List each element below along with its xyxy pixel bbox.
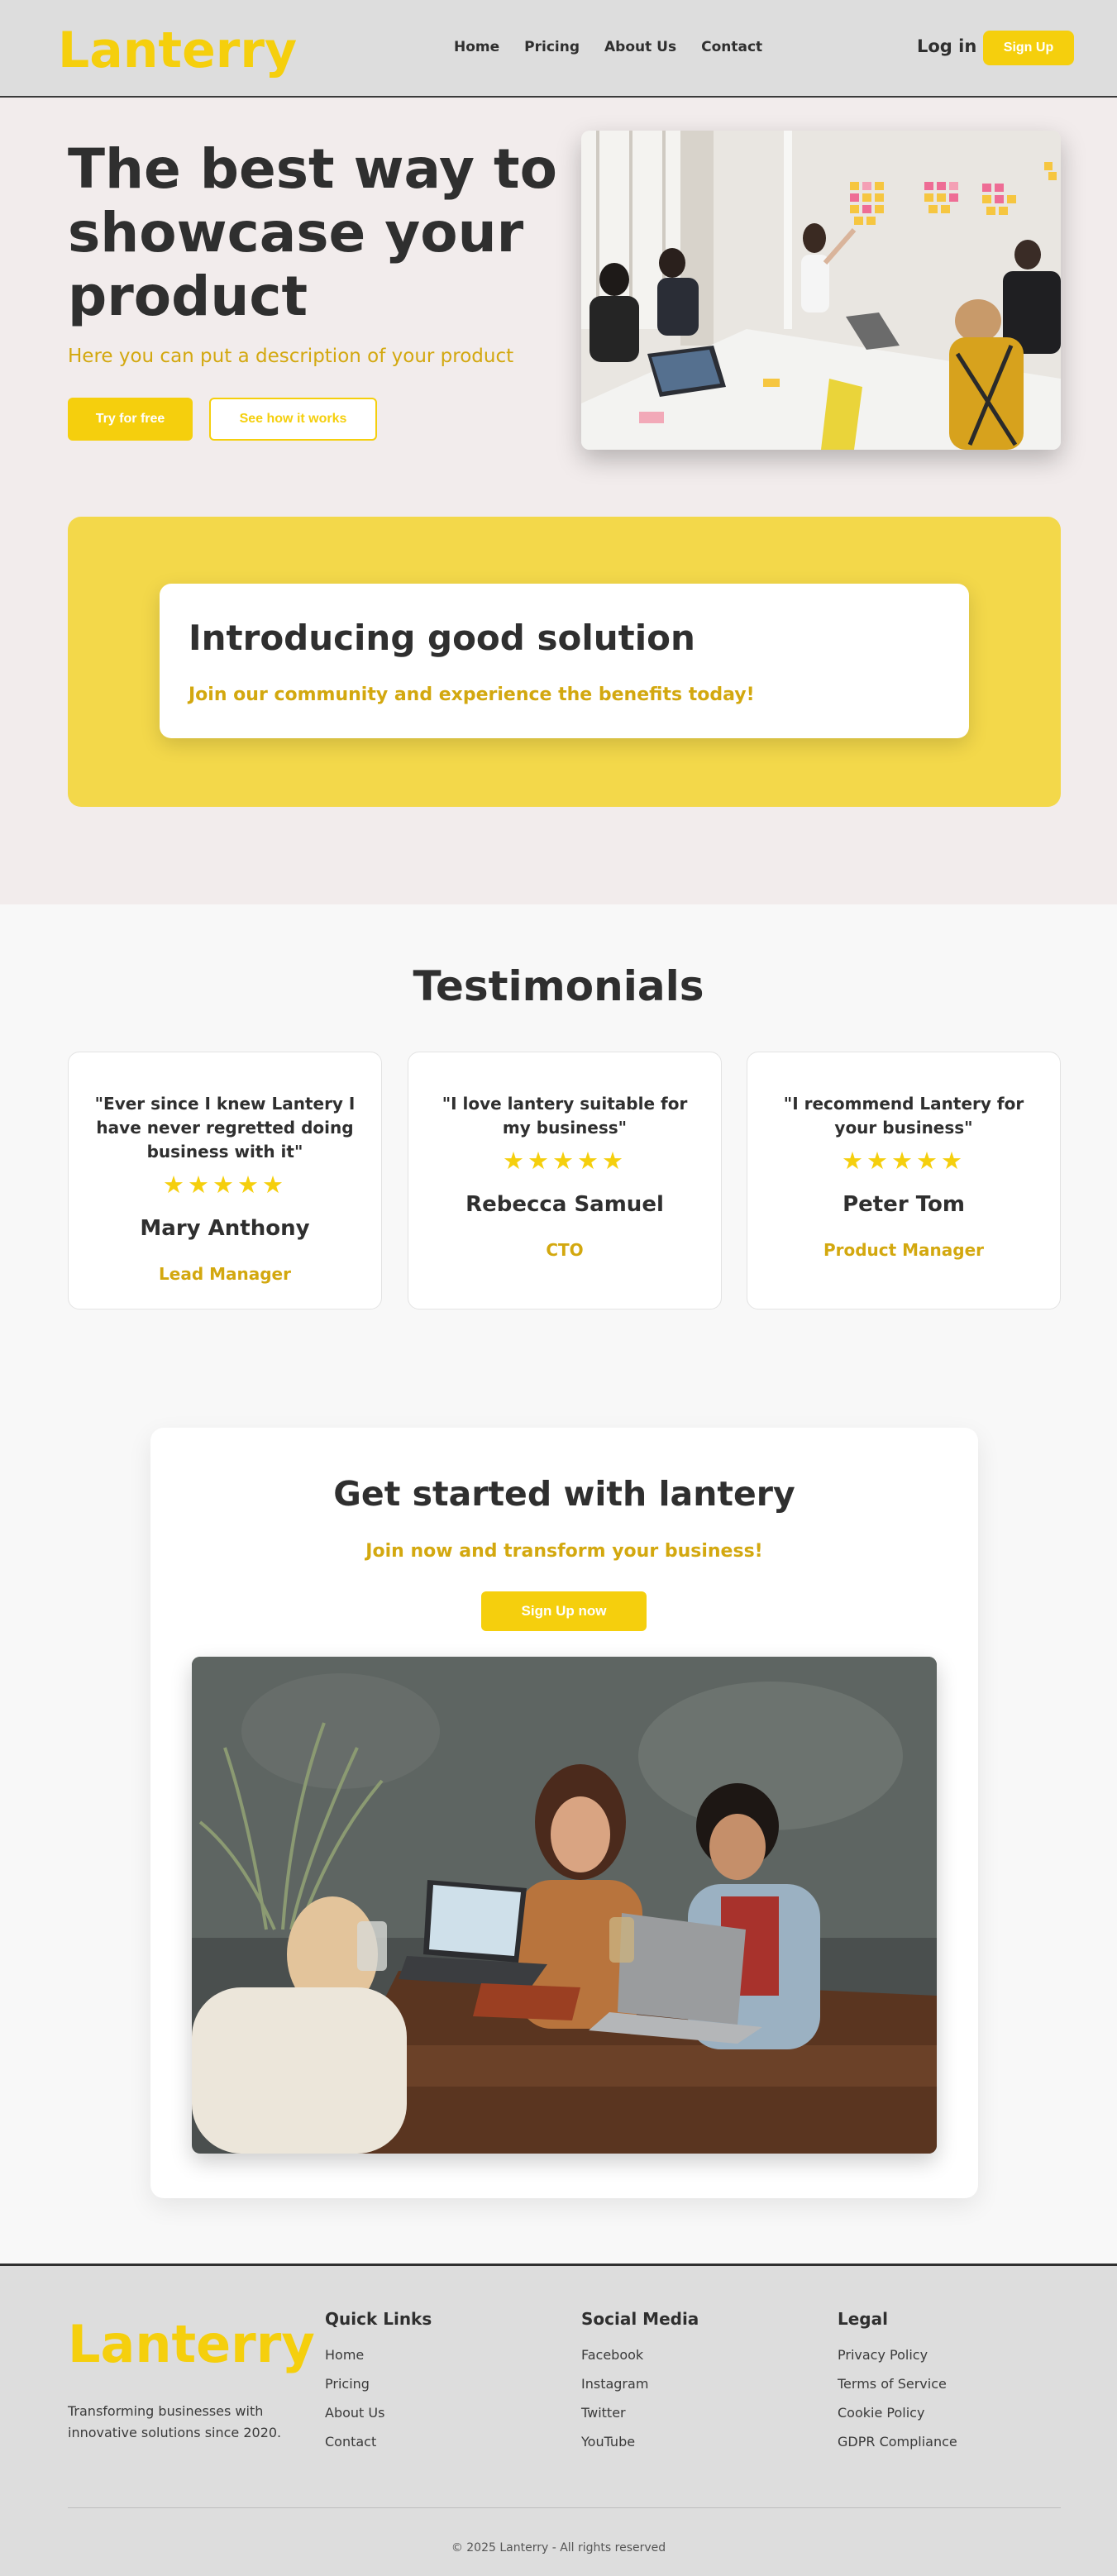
testimonial-card: "I love lantery suitable for my business…: [408, 1052, 722, 1309]
testimonials-section: Testimonials "Ever since I knew Lantery …: [0, 904, 1117, 2264]
nav-contact[interactable]: Contact: [701, 39, 762, 55]
see-how-it-works-button[interactable]: See how it works: [209, 398, 377, 441]
footer-divider: [68, 2507, 1061, 2508]
testimonial-quote: "Ever since I knew Lantery I have never …: [94, 1094, 356, 1162]
footer-quick-links: Quick Links Home Pricing About Us Contac…: [325, 2309, 432, 2463]
logo[interactable]: Lanterry: [58, 20, 297, 81]
testimonial-name: Mary Anthony: [140, 1216, 310, 1241]
footer-link-instagram[interactable]: Instagram: [581, 2376, 699, 2392]
intro-banner: Introducing good solution Join our commu…: [68, 517, 1061, 807]
site-header: Lanterry Home Pricing About Us Contact L…: [0, 0, 1117, 98]
hero-description: Here you can put a description of your p…: [68, 346, 514, 367]
testimonial-quote: "I recommend Lantery for your business": [783, 1094, 1024, 1138]
footer-link-twitter[interactable]: Twitter: [581, 2405, 699, 2421]
footer-link-contact[interactable]: Contact: [325, 2434, 432, 2450]
footer-link-cookie-policy[interactable]: Cookie Policy: [838, 2405, 957, 2421]
signup-button[interactable]: Sign Up: [983, 31, 1074, 65]
testimonial-role: CTO: [546, 1240, 584, 1260]
nav-pricing[interactable]: Pricing: [524, 39, 580, 55]
nav-home[interactable]: Home: [454, 39, 499, 55]
try-for-free-button[interactable]: Try for free: [68, 398, 193, 441]
footer-heading: Legal: [838, 2309, 888, 2329]
hero-office-photo: [581, 131, 1061, 450]
hero-section: The best way to showcase your product He…: [0, 98, 1117, 904]
get-started-card: Get started with lantery Join now and tr…: [150, 1428, 978, 2198]
get-started-title: Get started with lantery: [333, 1474, 795, 1514]
footer-link-terms-of-service[interactable]: Terms of Service: [838, 2376, 957, 2392]
testimonial-card: "Ever since I knew Lantery I have never …: [68, 1052, 382, 1309]
testimonial-role: Product Manager: [823, 1240, 985, 1260]
footer-link-gdpr-compliance[interactable]: GDPR Compliance: [838, 2434, 957, 2450]
footer-link-facebook[interactable]: Facebook: [581, 2347, 699, 2363]
testimonial-name: Rebecca Samuel: [465, 1192, 664, 1217]
footer-link-youtube[interactable]: YouTube: [581, 2434, 699, 2450]
footer-link-privacy-policy[interactable]: Privacy Policy: [838, 2347, 957, 2363]
testimonial-name: Peter Tom: [843, 1192, 965, 1217]
footer-link-home[interactable]: Home: [325, 2347, 432, 2363]
team-cafe-photo: [192, 1657, 937, 2154]
hero-title: The best way to showcase your product: [68, 137, 557, 328]
sign-up-now-button[interactable]: Sign Up now: [481, 1591, 647, 1631]
testimonials-title: Testimonials: [413, 962, 704, 1010]
login-link[interactable]: Log in: [917, 36, 976, 56]
intro-title: Introducing good solution: [189, 618, 695, 658]
nav-about-us[interactable]: About Us: [604, 39, 676, 55]
star-rating: ★★★★★: [503, 1147, 627, 1175]
footer-logo[interactable]: Lanterry: [68, 2314, 315, 2374]
copyright: © 2025 Lanterry - All rights reserved: [451, 2541, 666, 2555]
footer-tagline: Transforming businesses with innovative …: [68, 2403, 282, 2440]
testimonial-card: "I recommend Lantery for your business" …: [747, 1052, 1061, 1309]
testimonial-quote: "I love lantery suitable for my business…: [442, 1094, 688, 1138]
footer-legal: Legal Privacy Policy Terms of Service Co…: [838, 2309, 957, 2463]
testimonial-role: Lead Manager: [159, 1264, 291, 1284]
intro-card: Introducing good solution Join our commu…: [160, 584, 969, 738]
footer-social-media: Social Media Facebook Instagram Twitter …: [581, 2309, 699, 2463]
star-rating: ★★★★★: [842, 1147, 966, 1175]
main-nav: Home Pricing About Us Contact: [454, 39, 762, 55]
footer-heading: Quick Links: [325, 2309, 432, 2329]
footer-link-pricing[interactable]: Pricing: [325, 2376, 432, 2392]
get-started-subtitle: Join now and transform your business!: [365, 1541, 763, 1562]
footer-heading: Social Media: [581, 2309, 699, 2329]
footer-link-about-us[interactable]: About Us: [325, 2405, 432, 2421]
star-rating: ★★★★★: [163, 1171, 287, 1199]
site-footer: Lanterry Transforming businesses with in…: [0, 2264, 1117, 2576]
intro-subtitle: Join our community and experience the be…: [189, 685, 755, 705]
